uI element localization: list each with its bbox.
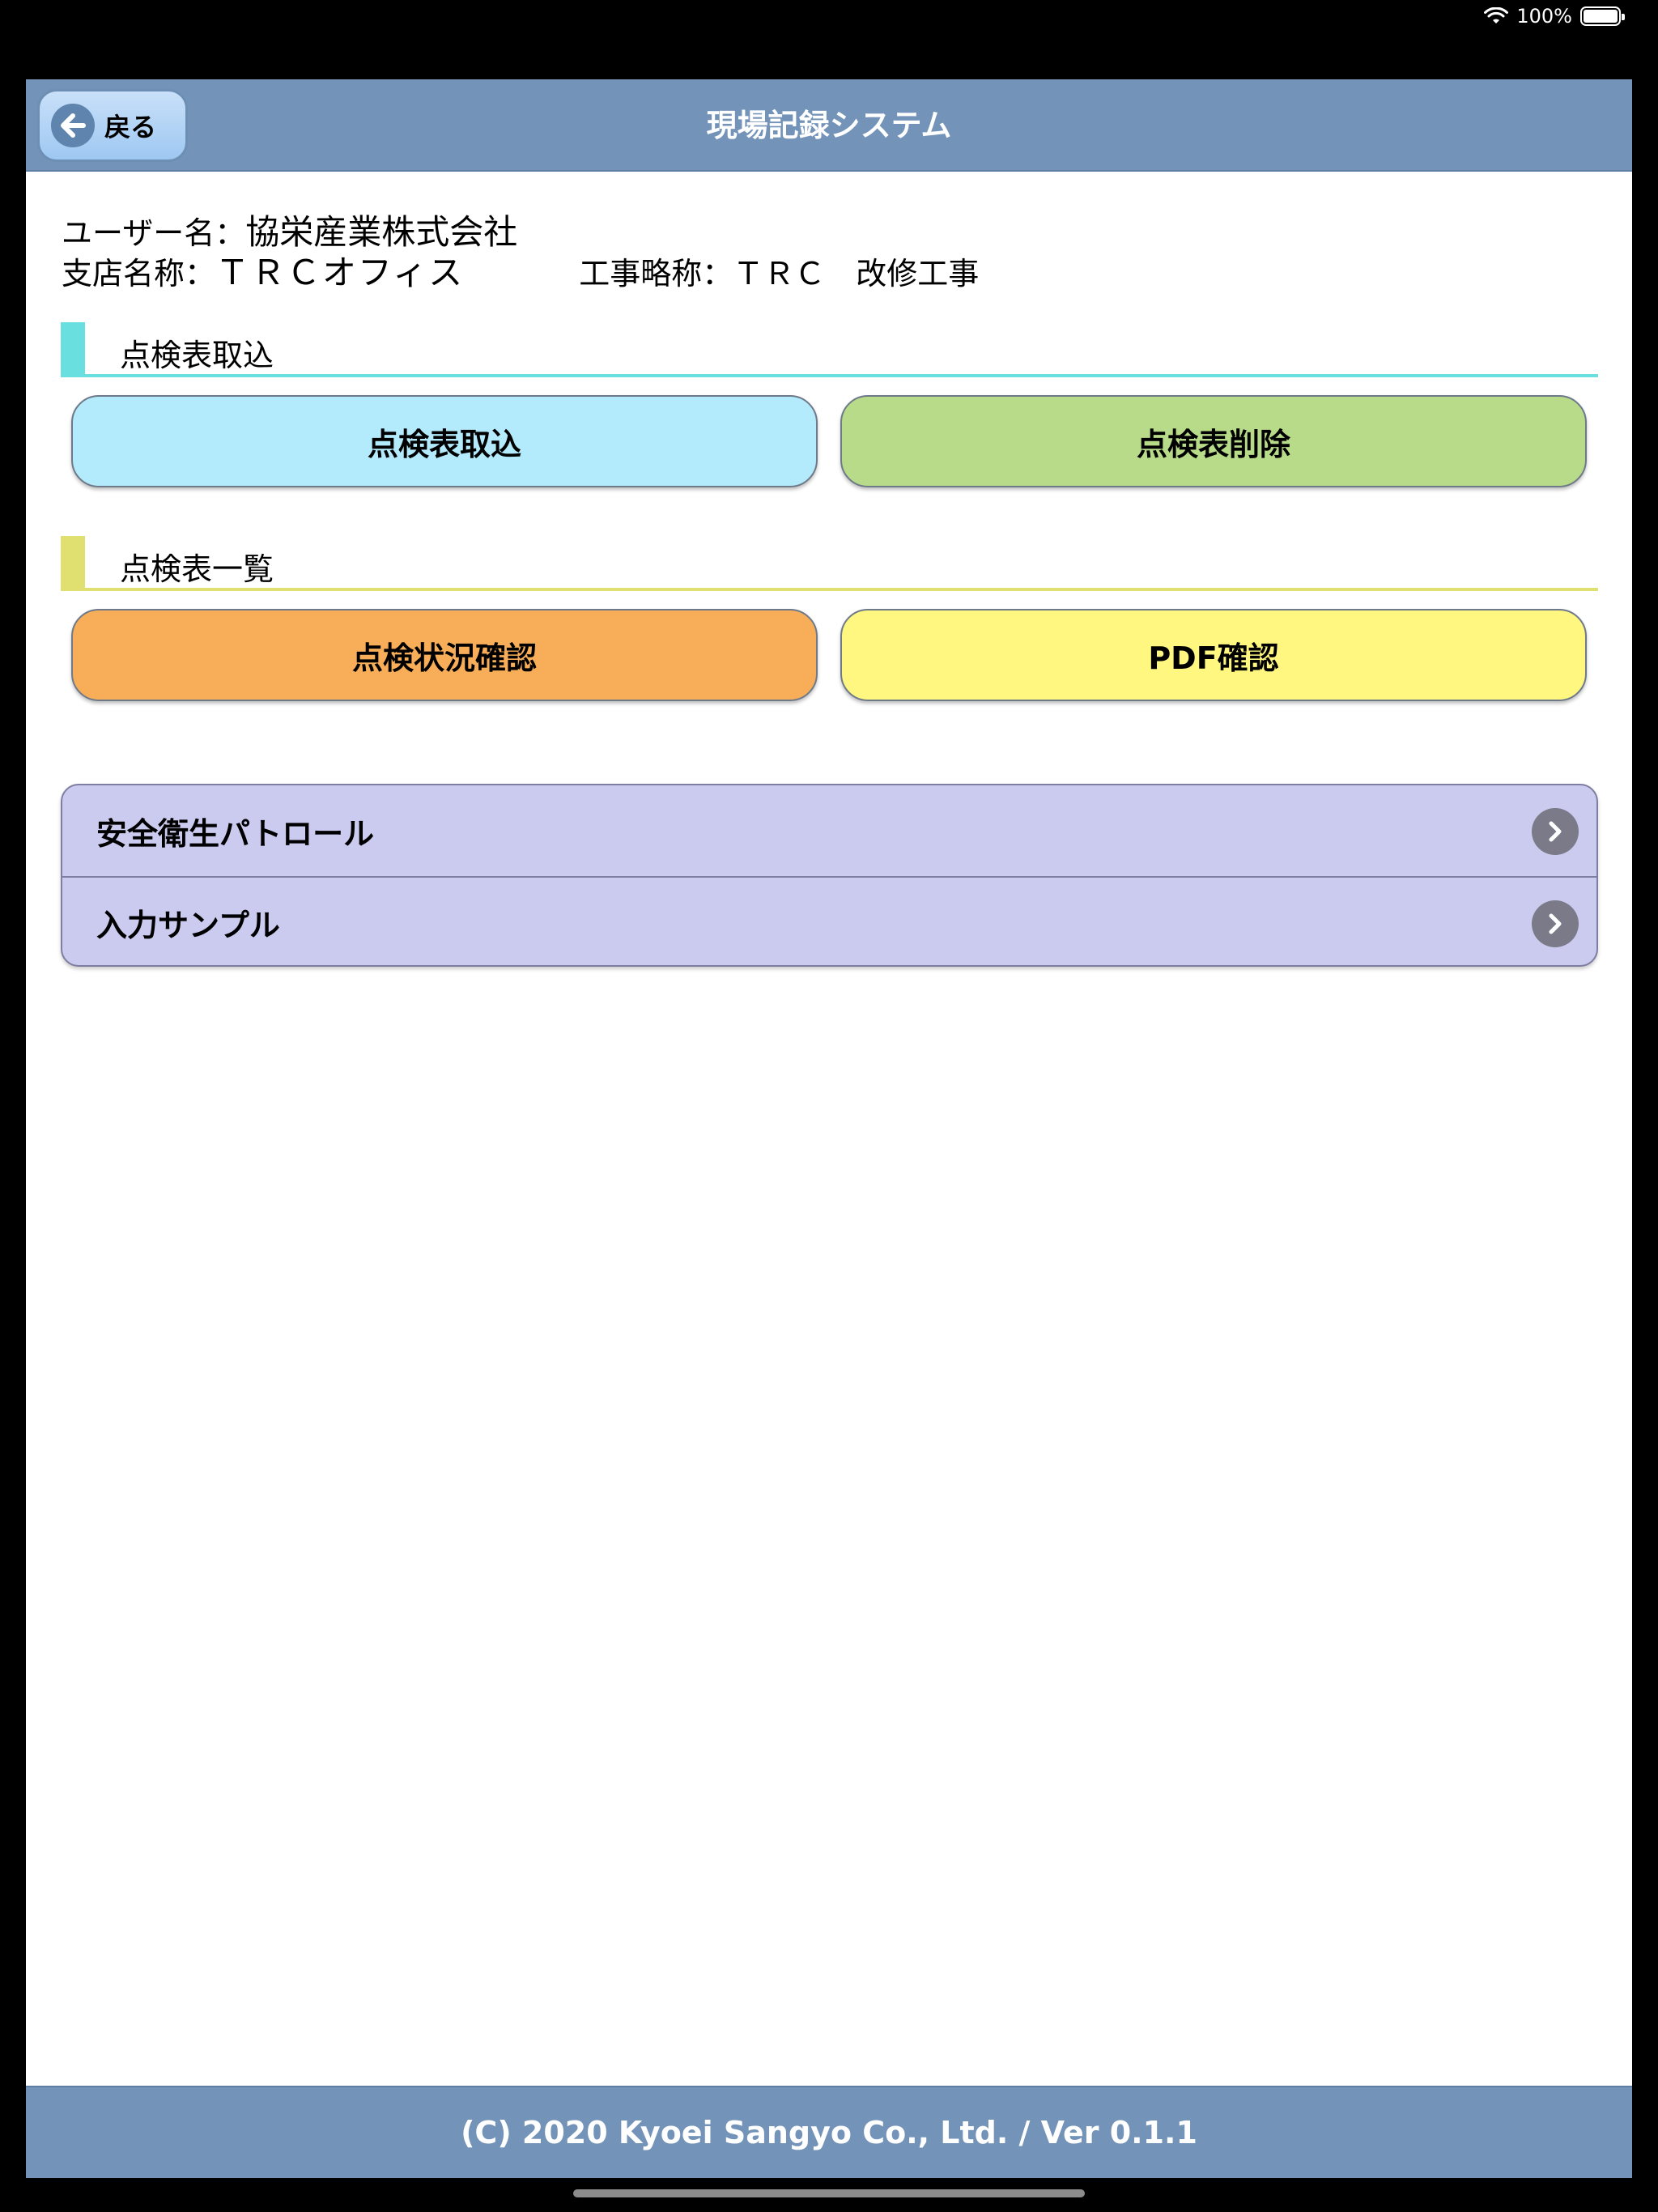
back-button-label: 戻る <box>104 112 157 143</box>
section-list-accent <box>61 536 85 588</box>
inspection-status-button[interactable]: 点検状況確認 <box>71 609 818 701</box>
page-title: 現場記録システム <box>706 108 952 143</box>
section-list-underline <box>61 588 1598 591</box>
delete-checklist-button[interactable]: 点検表削除 <box>840 395 1587 487</box>
branch-info: 支店名称：ＴＲＣオフィス 工事略称：ＴＲＣ 改修工事 <box>62 245 979 295</box>
section-import: 点検表取込 <box>61 322 1598 377</box>
wifi-icon <box>1484 7 1509 23</box>
battery-icon <box>1580 6 1625 26</box>
branch-value: ＴＲＣオフィス <box>215 253 465 292</box>
list-item[interactable]: 安全衛生パトロール <box>62 785 1596 876</box>
section-list: 点検表一覧 <box>61 536 1598 591</box>
construction-label: 工事略称： <box>579 256 733 291</box>
list-item-label: 入力サンプル <box>96 907 280 943</box>
list-item[interactable]: 入力サンプル <box>62 876 1596 965</box>
import-checklist-button[interactable]: 点検表取込 <box>71 395 818 487</box>
app-window: 現場記録システム 戻る ユーザー名：協栄産業株式会社 支店名称：ＴＲＣオフィス … <box>26 79 1632 2178</box>
checklist-list: 安全衛生パトロール 入力サンプル <box>61 784 1598 967</box>
section-import-title: 点検表取込 <box>120 338 274 373</box>
header-bar: 現場記録システム 戻る <box>26 79 1632 172</box>
home-indicator[interactable] <box>573 2189 1085 2197</box>
status-indicators: 100% <box>1484 5 1625 28</box>
arrow-left-circle-icon <box>51 104 95 147</box>
chevron-right-circle-icon <box>1532 900 1579 947</box>
copyright-text: (C) 2020 Kyoei Sangyo Co., Ltd. / Ver 0.… <box>461 2115 1197 2150</box>
section-import-accent <box>61 322 85 374</box>
list-item-label: 安全衛生パトロール <box>96 815 375 852</box>
back-button[interactable]: 戻る <box>37 89 188 162</box>
status-bar: 100% <box>0 0 1658 79</box>
battery-level-fill <box>1584 10 1618 23</box>
chevron-right-circle-icon <box>1532 808 1579 855</box>
construction-value: ＴＲＣ 改修工事 <box>733 256 980 291</box>
section-list-title: 点検表一覧 <box>120 551 274 587</box>
branch-label: 支店名称： <box>62 256 216 291</box>
section-import-underline <box>61 374 1598 377</box>
footer-bar: (C) 2020 Kyoei Sangyo Co., Ltd. / Ver 0.… <box>26 2086 1632 2178</box>
battery-percentage: 100% <box>1516 5 1572 28</box>
pdf-confirm-button[interactable]: PDF確認 <box>840 609 1587 701</box>
